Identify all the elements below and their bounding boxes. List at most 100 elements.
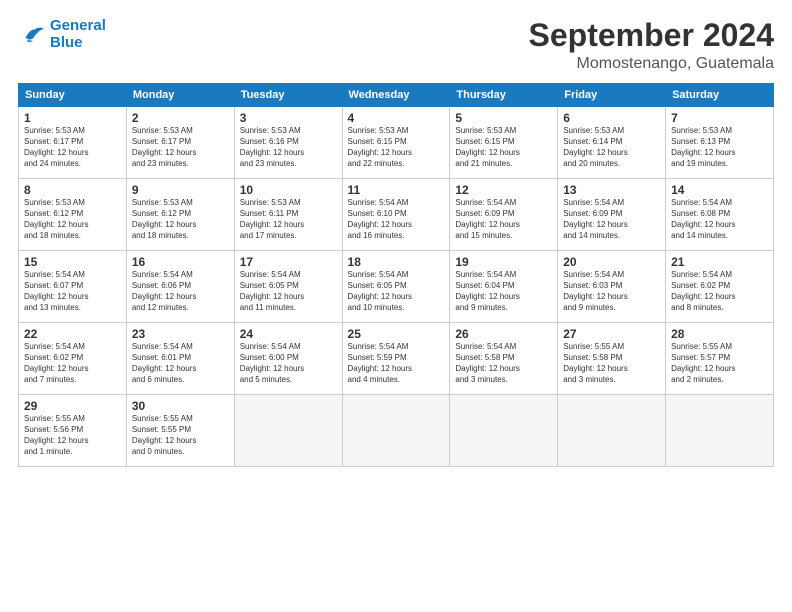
calendar-cell: 2Sunrise: 5:53 AM Sunset: 6:17 PM Daylig… [126,107,234,179]
day-info: Sunrise: 5:55 AM Sunset: 5:55 PM Dayligh… [132,414,229,457]
day-number: 6 [563,111,660,125]
day-info: Sunrise: 5:54 AM Sunset: 6:04 PM Dayligh… [455,270,552,313]
day-number: 4 [348,111,445,125]
day-number: 2 [132,111,229,125]
calendar-cell: 17Sunrise: 5:54 AM Sunset: 6:05 PM Dayli… [234,251,342,323]
page-header: General Blue September 2024 Momostenango… [18,18,774,73]
calendar-cell: 18Sunrise: 5:54 AM Sunset: 6:05 PM Dayli… [342,251,450,323]
day-number: 21 [671,255,768,269]
day-number: 28 [671,327,768,341]
calendar-cell: 12Sunrise: 5:54 AM Sunset: 6:09 PM Dayli… [450,179,558,251]
title-block: September 2024 Momostenango, Guatemala [529,18,774,73]
day-number: 25 [348,327,445,341]
calendar-cell [234,395,342,467]
calendar-cell: 30Sunrise: 5:55 AM Sunset: 5:55 PM Dayli… [126,395,234,467]
day-info: Sunrise: 5:53 AM Sunset: 6:12 PM Dayligh… [132,198,229,241]
day-info: Sunrise: 5:53 AM Sunset: 6:14 PM Dayligh… [563,126,660,169]
day-number: 13 [563,183,660,197]
day-info: Sunrise: 5:54 AM Sunset: 6:01 PM Dayligh… [132,342,229,385]
month-title: September 2024 [529,18,774,53]
calendar-cell: 22Sunrise: 5:54 AM Sunset: 6:02 PM Dayli… [19,323,127,395]
calendar-table: Sunday Monday Tuesday Wednesday Thursday… [18,83,774,467]
day-info: Sunrise: 5:54 AM Sunset: 6:09 PM Dayligh… [563,198,660,241]
day-number: 10 [240,183,337,197]
calendar-cell: 29Sunrise: 5:55 AM Sunset: 5:56 PM Dayli… [19,395,127,467]
day-info: Sunrise: 5:54 AM Sunset: 6:00 PM Dayligh… [240,342,337,385]
calendar-cell: 25Sunrise: 5:54 AM Sunset: 5:59 PM Dayli… [342,323,450,395]
header-monday: Monday [126,84,234,107]
day-info: Sunrise: 5:54 AM Sunset: 6:09 PM Dayligh… [455,198,552,241]
day-number: 3 [240,111,337,125]
day-number: 18 [348,255,445,269]
calendar-cell [558,395,666,467]
header-row: Sunday Monday Tuesday Wednesday Thursday… [19,84,774,107]
day-info: Sunrise: 5:53 AM Sunset: 6:17 PM Dayligh… [24,126,121,169]
day-number: 14 [671,183,768,197]
header-thursday: Thursday [450,84,558,107]
day-info: Sunrise: 5:54 AM Sunset: 6:08 PM Dayligh… [671,198,768,241]
day-number: 24 [240,327,337,341]
calendar-cell: 1Sunrise: 5:53 AM Sunset: 6:17 PM Daylig… [19,107,127,179]
calendar-cell: 20Sunrise: 5:54 AM Sunset: 6:03 PM Dayli… [558,251,666,323]
header-saturday: Saturday [666,84,774,107]
day-info: Sunrise: 5:53 AM Sunset: 6:12 PM Dayligh… [24,198,121,241]
logo: General Blue [18,18,106,51]
day-info: Sunrise: 5:53 AM Sunset: 6:16 PM Dayligh… [240,126,337,169]
day-info: Sunrise: 5:54 AM Sunset: 6:10 PM Dayligh… [348,198,445,241]
calendar-cell: 15Sunrise: 5:54 AM Sunset: 6:07 PM Dayli… [19,251,127,323]
calendar-cell: 19Sunrise: 5:54 AM Sunset: 6:04 PM Dayli… [450,251,558,323]
header-tuesday: Tuesday [234,84,342,107]
day-number: 27 [563,327,660,341]
calendar-cell: 7Sunrise: 5:53 AM Sunset: 6:13 PM Daylig… [666,107,774,179]
day-number: 17 [240,255,337,269]
calendar-cell: 9Sunrise: 5:53 AM Sunset: 6:12 PM Daylig… [126,179,234,251]
day-number: 26 [455,327,552,341]
calendar-cell: 14Sunrise: 5:54 AM Sunset: 6:08 PM Dayli… [666,179,774,251]
day-number: 7 [671,111,768,125]
day-number: 20 [563,255,660,269]
day-info: Sunrise: 5:53 AM Sunset: 6:15 PM Dayligh… [455,126,552,169]
day-number: 8 [24,183,121,197]
day-number: 30 [132,399,229,413]
day-info: Sunrise: 5:54 AM Sunset: 6:05 PM Dayligh… [240,270,337,313]
calendar-cell: 24Sunrise: 5:54 AM Sunset: 6:00 PM Dayli… [234,323,342,395]
day-info: Sunrise: 5:54 AM Sunset: 6:06 PM Dayligh… [132,270,229,313]
day-number: 1 [24,111,121,125]
logo-line2: Blue [50,34,83,51]
calendar-cell: 27Sunrise: 5:55 AM Sunset: 5:58 PM Dayli… [558,323,666,395]
calendar-cell [666,395,774,467]
calendar-cell: 16Sunrise: 5:54 AM Sunset: 6:06 PM Dayli… [126,251,234,323]
day-number: 9 [132,183,229,197]
day-info: Sunrise: 5:54 AM Sunset: 6:02 PM Dayligh… [671,270,768,313]
day-info: Sunrise: 5:54 AM Sunset: 5:58 PM Dayligh… [455,342,552,385]
header-friday: Friday [558,84,666,107]
calendar-cell [342,395,450,467]
calendar-cell: 28Sunrise: 5:55 AM Sunset: 5:57 PM Dayli… [666,323,774,395]
day-info: Sunrise: 5:54 AM Sunset: 6:07 PM Dayligh… [24,270,121,313]
day-info: Sunrise: 5:54 AM Sunset: 6:05 PM Dayligh… [348,270,445,313]
header-wednesday: Wednesday [342,84,450,107]
day-info: Sunrise: 5:53 AM Sunset: 6:13 PM Dayligh… [671,126,768,169]
day-number: 16 [132,255,229,269]
logo-line1: General [50,17,106,34]
day-number: 11 [348,183,445,197]
day-number: 23 [132,327,229,341]
day-info: Sunrise: 5:53 AM Sunset: 6:17 PM Dayligh… [132,126,229,169]
day-number: 12 [455,183,552,197]
day-number: 15 [24,255,121,269]
day-info: Sunrise: 5:53 AM Sunset: 6:15 PM Dayligh… [348,126,445,169]
calendar-cell: 21Sunrise: 5:54 AM Sunset: 6:02 PM Dayli… [666,251,774,323]
calendar-cell: 8Sunrise: 5:53 AM Sunset: 6:12 PM Daylig… [19,179,127,251]
calendar-cell: 23Sunrise: 5:54 AM Sunset: 6:01 PM Dayli… [126,323,234,395]
day-info: Sunrise: 5:54 AM Sunset: 5:59 PM Dayligh… [348,342,445,385]
calendar-cell [450,395,558,467]
header-sunday: Sunday [19,84,127,107]
day-info: Sunrise: 5:54 AM Sunset: 6:03 PM Dayligh… [563,270,660,313]
calendar-cell: 10Sunrise: 5:53 AM Sunset: 6:11 PM Dayli… [234,179,342,251]
calendar-cell: 3Sunrise: 5:53 AM Sunset: 6:16 PM Daylig… [234,107,342,179]
day-number: 29 [24,399,121,413]
day-info: Sunrise: 5:55 AM Sunset: 5:56 PM Dayligh… [24,414,121,457]
day-info: Sunrise: 5:53 AM Sunset: 6:11 PM Dayligh… [240,198,337,241]
calendar-cell: 5Sunrise: 5:53 AM Sunset: 6:15 PM Daylig… [450,107,558,179]
location-subtitle: Momostenango, Guatemala [529,55,774,73]
